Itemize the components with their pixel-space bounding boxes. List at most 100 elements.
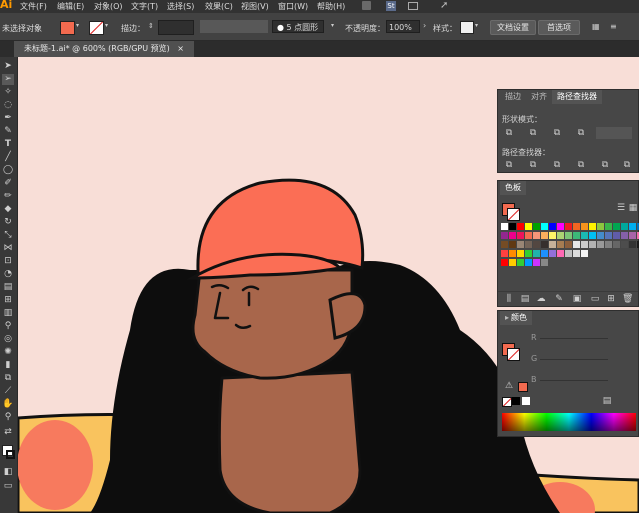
chevron-down-icon[interactable]: ▾	[331, 22, 334, 29]
brush-dropdown[interactable]: ● 5 点圆形	[272, 20, 324, 33]
rocket-icon[interactable]: ➚	[440, 0, 448, 11]
swatch[interactable]	[557, 232, 564, 239]
swatch[interactable]	[605, 241, 612, 248]
swatch[interactable]	[613, 223, 620, 230]
menu-select[interactable]: 选择(S)	[167, 1, 194, 12]
hand-tool-icon[interactable]: ✋	[2, 399, 14, 410]
tab-stroke[interactable]: 描边	[500, 90, 526, 104]
drawing-mode-icon[interactable]: ◧	[2, 467, 14, 478]
swatch[interactable]	[549, 250, 556, 257]
free-transform-icon[interactable]: ⊡	[2, 256, 14, 267]
eraser-icon[interactable]: ◆	[2, 204, 14, 215]
color-group-icon[interactable]: ▣	[572, 294, 582, 304]
shape-builder-icon[interactable]: ◔	[2, 269, 14, 280]
swatch[interactable]	[501, 241, 508, 248]
color-stroke-swatch[interactable]	[507, 348, 520, 361]
swap-fill-stroke-icon[interactable]: ⇄	[2, 427, 14, 438]
tab-pathfinder[interactable]: 路径查找器	[552, 90, 602, 104]
gradient-tool-icon[interactable]: ▥	[2, 308, 14, 319]
magic-wand-icon[interactable]: ✧	[2, 87, 14, 98]
swatch[interactable]	[629, 241, 636, 248]
lasso-icon[interactable]: ◌	[2, 100, 14, 111]
chevron-right-icon[interactable]: ›	[423, 21, 426, 30]
swatch[interactable]	[565, 223, 572, 230]
swatch[interactable]	[581, 250, 588, 257]
fill-swatch[interactable]	[60, 21, 75, 35]
trim-icon[interactable]: ⧉	[528, 160, 538, 170]
b-slider[interactable]	[540, 380, 608, 381]
menu-window[interactable]: 窗口(W)	[278, 1, 308, 12]
chevron-down-icon[interactable]: ▾	[76, 22, 79, 29]
swatch[interactable]	[581, 232, 588, 239]
zoom-tool-icon[interactable]: ⚲	[2, 412, 14, 423]
eyedropper-icon[interactable]: ⚲	[2, 321, 14, 332]
document-tab[interactable]: 未标题-1.ai* @ 600% (RGB/GPU 预览) ×	[14, 41, 194, 57]
swatch[interactable]	[565, 241, 572, 248]
swatch[interactable]	[597, 223, 604, 230]
type-tool-icon[interactable]: T	[2, 139, 14, 150]
swatch[interactable]	[605, 232, 612, 239]
column-graph-icon[interactable]: ▮	[2, 360, 14, 371]
swatch[interactable]	[605, 223, 612, 230]
perspective-grid-icon[interactable]: ▤	[2, 282, 14, 293]
swatch[interactable]	[621, 223, 628, 230]
color-menu-icon[interactable]: ▤	[602, 396, 612, 406]
menu-effect[interactable]: 效果(C)	[205, 1, 233, 12]
pen-tool-icon[interactable]: ✒	[2, 113, 14, 124]
swatch[interactable]	[565, 232, 572, 239]
swatch[interactable]	[589, 241, 596, 248]
swatch[interactable]	[541, 223, 548, 230]
swatch[interactable]	[533, 241, 540, 248]
minus-back-icon[interactable]: ⧉	[622, 160, 632, 170]
exclude-icon[interactable]: ⧉	[576, 128, 586, 138]
stroke-swatch[interactable]	[89, 21, 104, 35]
swatch[interactable]	[629, 223, 636, 230]
menu-object[interactable]: 对象(O)	[94, 1, 123, 12]
menu-type[interactable]: 文字(T)	[131, 1, 158, 12]
swatch[interactable]	[573, 232, 580, 239]
grid-view-icon[interactable]: ▦	[628, 203, 638, 213]
swatch[interactable]	[549, 232, 556, 239]
new-folder-icon[interactable]: ▭	[590, 294, 600, 304]
swatch[interactable]	[597, 232, 604, 239]
black-swatch[interactable]	[512, 397, 520, 405]
swatch[interactable]	[589, 232, 596, 239]
bridge-icon[interactable]	[362, 1, 371, 10]
unite-icon[interactable]: ⧉	[504, 128, 514, 138]
intersect-icon[interactable]: ⧉	[552, 128, 562, 138]
swatch[interactable]	[517, 250, 524, 257]
swatch[interactable]	[541, 250, 548, 257]
swatch[interactable]	[525, 259, 532, 266]
show-kinds-icon[interactable]: ▤	[520, 294, 530, 304]
artboard-tool-icon[interactable]: ⧉	[2, 373, 14, 384]
menu-edit[interactable]: 编辑(E)	[57, 1, 84, 12]
cloud-icon[interactable]: ☁	[536, 294, 546, 304]
swatch[interactable]	[541, 259, 548, 266]
chevron-down-icon[interactable]: ▾	[475, 22, 478, 29]
stepper-icon[interactable]: ⇕	[148, 22, 154, 30]
swatch[interactable]	[621, 241, 628, 248]
swatch[interactable]	[581, 241, 588, 248]
color-spectrum[interactable]	[502, 413, 636, 431]
swatch[interactable]	[541, 232, 548, 239]
tab-align[interactable]: 对齐	[526, 90, 552, 104]
swatch[interactable]	[613, 241, 620, 248]
style-swatch[interactable]	[460, 21, 474, 34]
list-view-icon[interactable]: ☰	[616, 203, 626, 213]
swatch-library-icon[interactable]: ⫼	[504, 294, 514, 304]
swatch[interactable]	[525, 241, 532, 248]
expand-button[interactable]	[596, 127, 632, 139]
swatch[interactable]	[509, 250, 516, 257]
trash-icon[interactable]: 🗑	[622, 294, 633, 304]
swatch[interactable]	[597, 241, 604, 248]
new-swatch-icon[interactable]: ⊞	[606, 294, 616, 304]
slice-tool-icon[interactable]: ⟋	[2, 386, 14, 397]
swatch[interactable]	[613, 232, 620, 239]
menu-view[interactable]: 视图(V)	[241, 1, 269, 12]
merge-icon[interactable]: ⧉	[552, 160, 562, 170]
arrange-icon[interactable]: ▦	[592, 22, 600, 31]
stroke-swatch[interactable]	[507, 208, 520, 221]
white-swatch[interactable]	[522, 397, 530, 405]
screen-mode-icon[interactable]: ▭	[2, 481, 14, 492]
swatch[interactable]	[621, 232, 628, 239]
